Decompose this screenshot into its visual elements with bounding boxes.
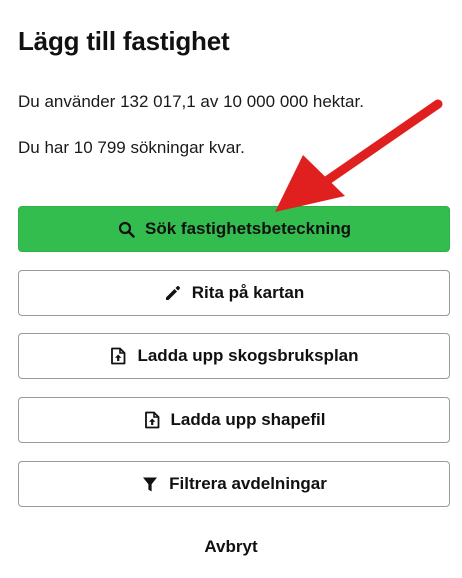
search-property-label: Sök fastighetsbeteckning — [145, 219, 351, 238]
upload-forest-plan-label: Ladda upp skogsbruksplan — [137, 346, 359, 365]
search-property-button[interactable]: Sök fastighetsbeteckning — [18, 206, 450, 252]
filter-sections-button[interactable]: Filtrera avdelningar — [18, 461, 450, 507]
search-icon — [117, 220, 135, 238]
draw-on-map-button[interactable]: Rita på kartan — [18, 270, 450, 316]
upload-shapefile-label: Ladda upp shapefil — [170, 410, 326, 429]
filter-sections-label: Filtrera avdelningar — [169, 474, 327, 493]
searches-remaining-text: Du har 10 799 sökningar kvar. — [18, 138, 245, 157]
file-upload-icon — [109, 347, 127, 365]
dialog-title: Lägg till fastighet — [18, 26, 230, 56]
upload-forest-plan-button[interactable]: Ladda upp skogsbruksplan — [18, 333, 450, 379]
draw-on-map-label: Rita på kartan — [191, 283, 305, 302]
upload-shapefile-button[interactable]: Ladda upp shapefil — [18, 397, 450, 443]
pencil-icon — [164, 284, 182, 302]
filter-icon — [141, 475, 159, 493]
file-upload-icon — [143, 411, 161, 429]
cancel-button[interactable]: Avbryt — [0, 537, 462, 557]
usage-text: Du använder 132 017,1 av 10 000 000 hekt… — [18, 92, 364, 111]
